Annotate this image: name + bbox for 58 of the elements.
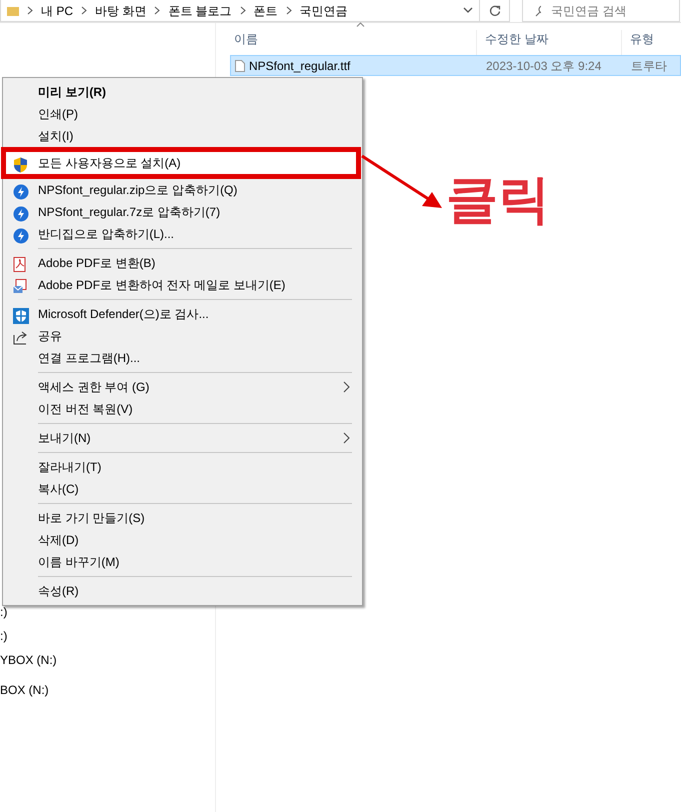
- menu-item[interactable]: 삭제(D): [5, 529, 360, 551]
- menu-item[interactable]: 모든 사용자용으로 설치(A): [6, 152, 356, 174]
- menu-item[interactable]: 보내기(N): [5, 427, 360, 449]
- pdf-icon: [13, 257, 27, 272]
- breadcrumb-item[interactable]: 바탕 화면: [95, 2, 146, 20]
- file-icon: [235, 60, 245, 72]
- folder-icon: [7, 6, 19, 16]
- menu-item[interactable]: 연결 프로그램(H)...: [5, 347, 360, 369]
- file-date: 2023-10-03 오후 9:24: [486, 59, 602, 73]
- chevron-icon: [154, 6, 160, 15]
- menu-item[interactable]: 바로 가기 만들기(S): [5, 507, 360, 529]
- chevron-icon: [81, 6, 88, 15]
- menu-item[interactable]: 미리 보기(R): [5, 81, 360, 103]
- menu-item[interactable]: 이전 버전 복원(V): [5, 398, 360, 420]
- file-type: 트루타: [631, 59, 667, 73]
- defender-icon: [13, 308, 29, 324]
- chevron-icon: [240, 6, 246, 15]
- menu-item[interactable]: 이름 바꾸기(M): [5, 551, 360, 573]
- breadcrumb-item[interactable]: 폰트 블로그: [168, 2, 232, 20]
- breadcrumb-item[interactable]: 국민연금: [300, 2, 348, 20]
- column-header[interactable]: 수정한 날짜: [485, 32, 548, 46]
- search-box[interactable]: 국민연금 검색: [522, 0, 680, 22]
- address-bar[interactable]: 내 PC 바탕 화면 폰트 블로그 폰트 국민연금: [0, 0, 480, 22]
- chevron-icon: [286, 6, 292, 15]
- nav-item[interactable]: BOX (N:): [0, 678, 215, 702]
- file-name: NPSfont_regular.ttf: [249, 58, 350, 74]
- refresh-icon: [488, 4, 500, 16]
- menu-item[interactable]: Adobe PDF로 변환(B): [5, 252, 360, 274]
- chevron-icon: [27, 6, 33, 15]
- menu-item[interactable]: Adobe PDF로 변환하여 전자 메일로 보내기(E): [5, 274, 360, 296]
- nav-item[interactable]: :): [0, 624, 215, 648]
- bandizip-icon: [13, 228, 29, 244]
- menu-item[interactable]: 공유: [5, 325, 360, 347]
- share-icon: [13, 330, 29, 346]
- menu-item[interactable]: Microsoft Defender(으)로 검사...: [5, 303, 360, 325]
- refresh-button[interactable]: [480, 0, 510, 22]
- breadcrumb-item[interactable]: 폰트: [254, 2, 278, 20]
- menu-item[interactable]: 복사(C): [5, 478, 360, 500]
- menu-item[interactable]: 액세스 권한 부여 (G): [5, 376, 360, 398]
- menu-item[interactable]: 잘라내기(T): [5, 456, 360, 478]
- dropdown-icon[interactable]: [463, 7, 473, 14]
- menu-item[interactable]: 반디집으로 압축하기(L)...: [5, 223, 360, 245]
- nav-item[interactable]: YBOX (N:): [0, 648, 215, 678]
- file-row[interactable]: NPSfont_regular.ttf 2023-10-03 오후 9:24 트루타: [230, 55, 681, 76]
- column-header[interactable]: 유형: [630, 32, 654, 46]
- shield-icon: [13, 156, 28, 173]
- menu-item[interactable]: NPSfont_regular.7z로 압축하기(7): [5, 201, 360, 223]
- menu-item[interactable]: NPSfont_regular.zip으로 압축하기(Q): [5, 179, 360, 201]
- breadcrumb-item[interactable]: 내 PC: [41, 2, 74, 20]
- column-header[interactable]: 이름: [234, 32, 258, 46]
- pdf-mail-icon: [13, 279, 28, 294]
- menu-item[interactable]: 인쇄(P): [5, 103, 360, 125]
- bandizip-icon: [13, 206, 29, 222]
- search-icon: [535, 4, 541, 16]
- bandizip-icon: [13, 184, 29, 200]
- annotation-label: 클릭: [446, 172, 550, 230]
- menu-item[interactable]: 설치(I): [5, 125, 360, 147]
- menu-item[interactable]: 속성(R): [5, 580, 360, 602]
